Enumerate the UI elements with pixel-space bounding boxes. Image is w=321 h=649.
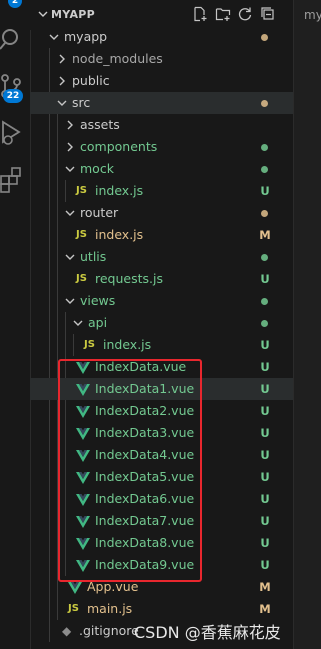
chevron-right-icon[interactable] xyxy=(56,75,68,87)
tree-item-label: api xyxy=(88,315,108,330)
tree-item-label: views xyxy=(80,293,116,308)
tree-file-row[interactable]: JS main.js M xyxy=(30,598,293,620)
editor-tab-strip: my xyxy=(293,0,321,649)
git-status-badge: U xyxy=(260,272,270,286)
annotation-highlight-box xyxy=(58,359,202,582)
git-status-dot xyxy=(261,320,268,327)
tree-item-label: node_modules xyxy=(72,51,163,66)
chevron-down-icon[interactable] xyxy=(64,207,76,219)
scm-badge: 22 xyxy=(3,89,23,103)
git-status-dot xyxy=(261,166,268,173)
explorer-badge: 2 xyxy=(8,0,22,8)
git-status-badge: U xyxy=(260,514,270,528)
tree-item-label: router xyxy=(80,205,119,220)
activity-bar: 2 22 xyxy=(0,0,31,649)
chevron-right-icon[interactable] xyxy=(64,119,76,131)
workspace-title[interactable]: MYAPP xyxy=(51,8,95,21)
source-control-activity-button[interactable]: 22 xyxy=(0,72,26,108)
tree-folder-row[interactable]: utlis xyxy=(30,246,293,268)
tree-item-label: assets xyxy=(80,117,120,132)
git-status-badge: U xyxy=(260,338,270,352)
tree-item-label: myapp xyxy=(64,29,108,44)
tree-file-row[interactable]: JS index.js U xyxy=(30,180,293,202)
vue-file-icon xyxy=(68,582,82,594)
git-status-badge: U xyxy=(260,470,270,484)
extensions-activity-button[interactable] xyxy=(0,166,26,202)
tree-item-label: main.js xyxy=(87,601,133,616)
git-status-badge: U xyxy=(260,536,270,550)
tree-file-row[interactable]: JS requests.js U xyxy=(30,268,293,290)
chevron-down-icon[interactable] xyxy=(64,251,76,263)
tree-folder-row[interactable]: src xyxy=(30,92,293,114)
git-status-badge: M xyxy=(259,228,271,242)
git-status-badge: U xyxy=(260,184,270,198)
tree-folder-row[interactable]: views xyxy=(30,290,293,312)
git-status-badge: M xyxy=(259,602,271,616)
tree-item-label: index.js xyxy=(95,227,144,242)
git-status-badge: U xyxy=(260,558,270,572)
git-status-dot xyxy=(261,298,268,305)
javascript-file-icon: JS xyxy=(76,273,87,284)
git-status-badge: U xyxy=(260,382,270,396)
run-debug-activity-button[interactable] xyxy=(0,118,26,154)
chevron-down-icon[interactable] xyxy=(72,317,84,329)
git-status-badge: U xyxy=(260,426,270,440)
git-status-dot xyxy=(261,34,268,41)
watermark: CSDN @香蕉麻花皮 xyxy=(134,623,281,642)
tree-item-label: index.js xyxy=(95,183,144,198)
tree-item-label: public xyxy=(72,73,110,88)
tree-folder-row[interactable]: components xyxy=(30,136,293,158)
tree-item-label: utlis xyxy=(80,249,107,264)
git-status-badge: U xyxy=(260,492,270,506)
tree-item-label: src xyxy=(72,95,91,110)
chevron-down-icon[interactable] xyxy=(48,31,60,43)
chevron-down-icon[interactable] xyxy=(64,163,76,175)
tree-item-label: mock xyxy=(80,161,114,176)
git-status-badge: U xyxy=(260,404,270,418)
git-status-badge: U xyxy=(260,360,270,374)
git-status-dot xyxy=(261,254,268,261)
tree-folder-row[interactable]: myapp xyxy=(30,26,293,48)
new-file-icon[interactable] xyxy=(192,6,208,22)
vscode-explorer-window: 2 22 MYAPP my myapp node_modules public … xyxy=(0,0,321,649)
search-activity-button[interactable] xyxy=(0,24,26,60)
chevron-right-icon[interactable] xyxy=(56,53,68,65)
search-icon xyxy=(0,29,18,50)
tree-item-label: index.js xyxy=(103,337,152,352)
git-status-badge: M xyxy=(259,580,271,594)
javascript-file-icon: JS xyxy=(76,229,87,240)
gitignore-file-icon: ◆ xyxy=(62,624,72,638)
tree-item-label: components xyxy=(80,139,158,154)
tree-folder-row[interactable]: assets xyxy=(30,114,293,136)
tree-folder-row[interactable]: public xyxy=(30,70,293,92)
git-status-badge: U xyxy=(260,448,270,462)
chevron-down-icon[interactable] xyxy=(56,97,68,109)
git-status-dot xyxy=(261,144,268,151)
tree-folder-row[interactable]: api xyxy=(30,312,293,334)
new-folder-icon[interactable] xyxy=(215,6,231,22)
chevron-right-icon[interactable] xyxy=(64,141,76,153)
tree-file-row[interactable]: JS index.js U xyxy=(30,334,293,356)
javascript-file-icon: JS xyxy=(84,339,95,350)
git-status-dot xyxy=(261,210,268,217)
run-debug-icon xyxy=(2,120,21,145)
tree-folder-row[interactable]: node_modules xyxy=(30,48,293,70)
javascript-file-icon: JS xyxy=(68,603,79,614)
tree-item-label: requests.js xyxy=(95,271,163,286)
javascript-file-icon: JS xyxy=(76,185,87,196)
tree-folder-row[interactable]: mock xyxy=(30,158,293,180)
editor-tab-label[interactable]: my xyxy=(304,8,321,22)
chevron-down-icon[interactable] xyxy=(37,8,49,20)
extensions-icon xyxy=(0,167,21,193)
tree-file-row[interactable]: JS index.js M xyxy=(30,224,293,246)
collapse-all-icon[interactable] xyxy=(260,6,276,22)
tree-folder-row[interactable]: router xyxy=(30,202,293,224)
tree-item-label: .gitignore xyxy=(79,623,139,638)
chevron-down-icon[interactable] xyxy=(64,295,76,307)
git-status-dot xyxy=(261,100,268,107)
refresh-icon[interactable] xyxy=(237,6,253,22)
